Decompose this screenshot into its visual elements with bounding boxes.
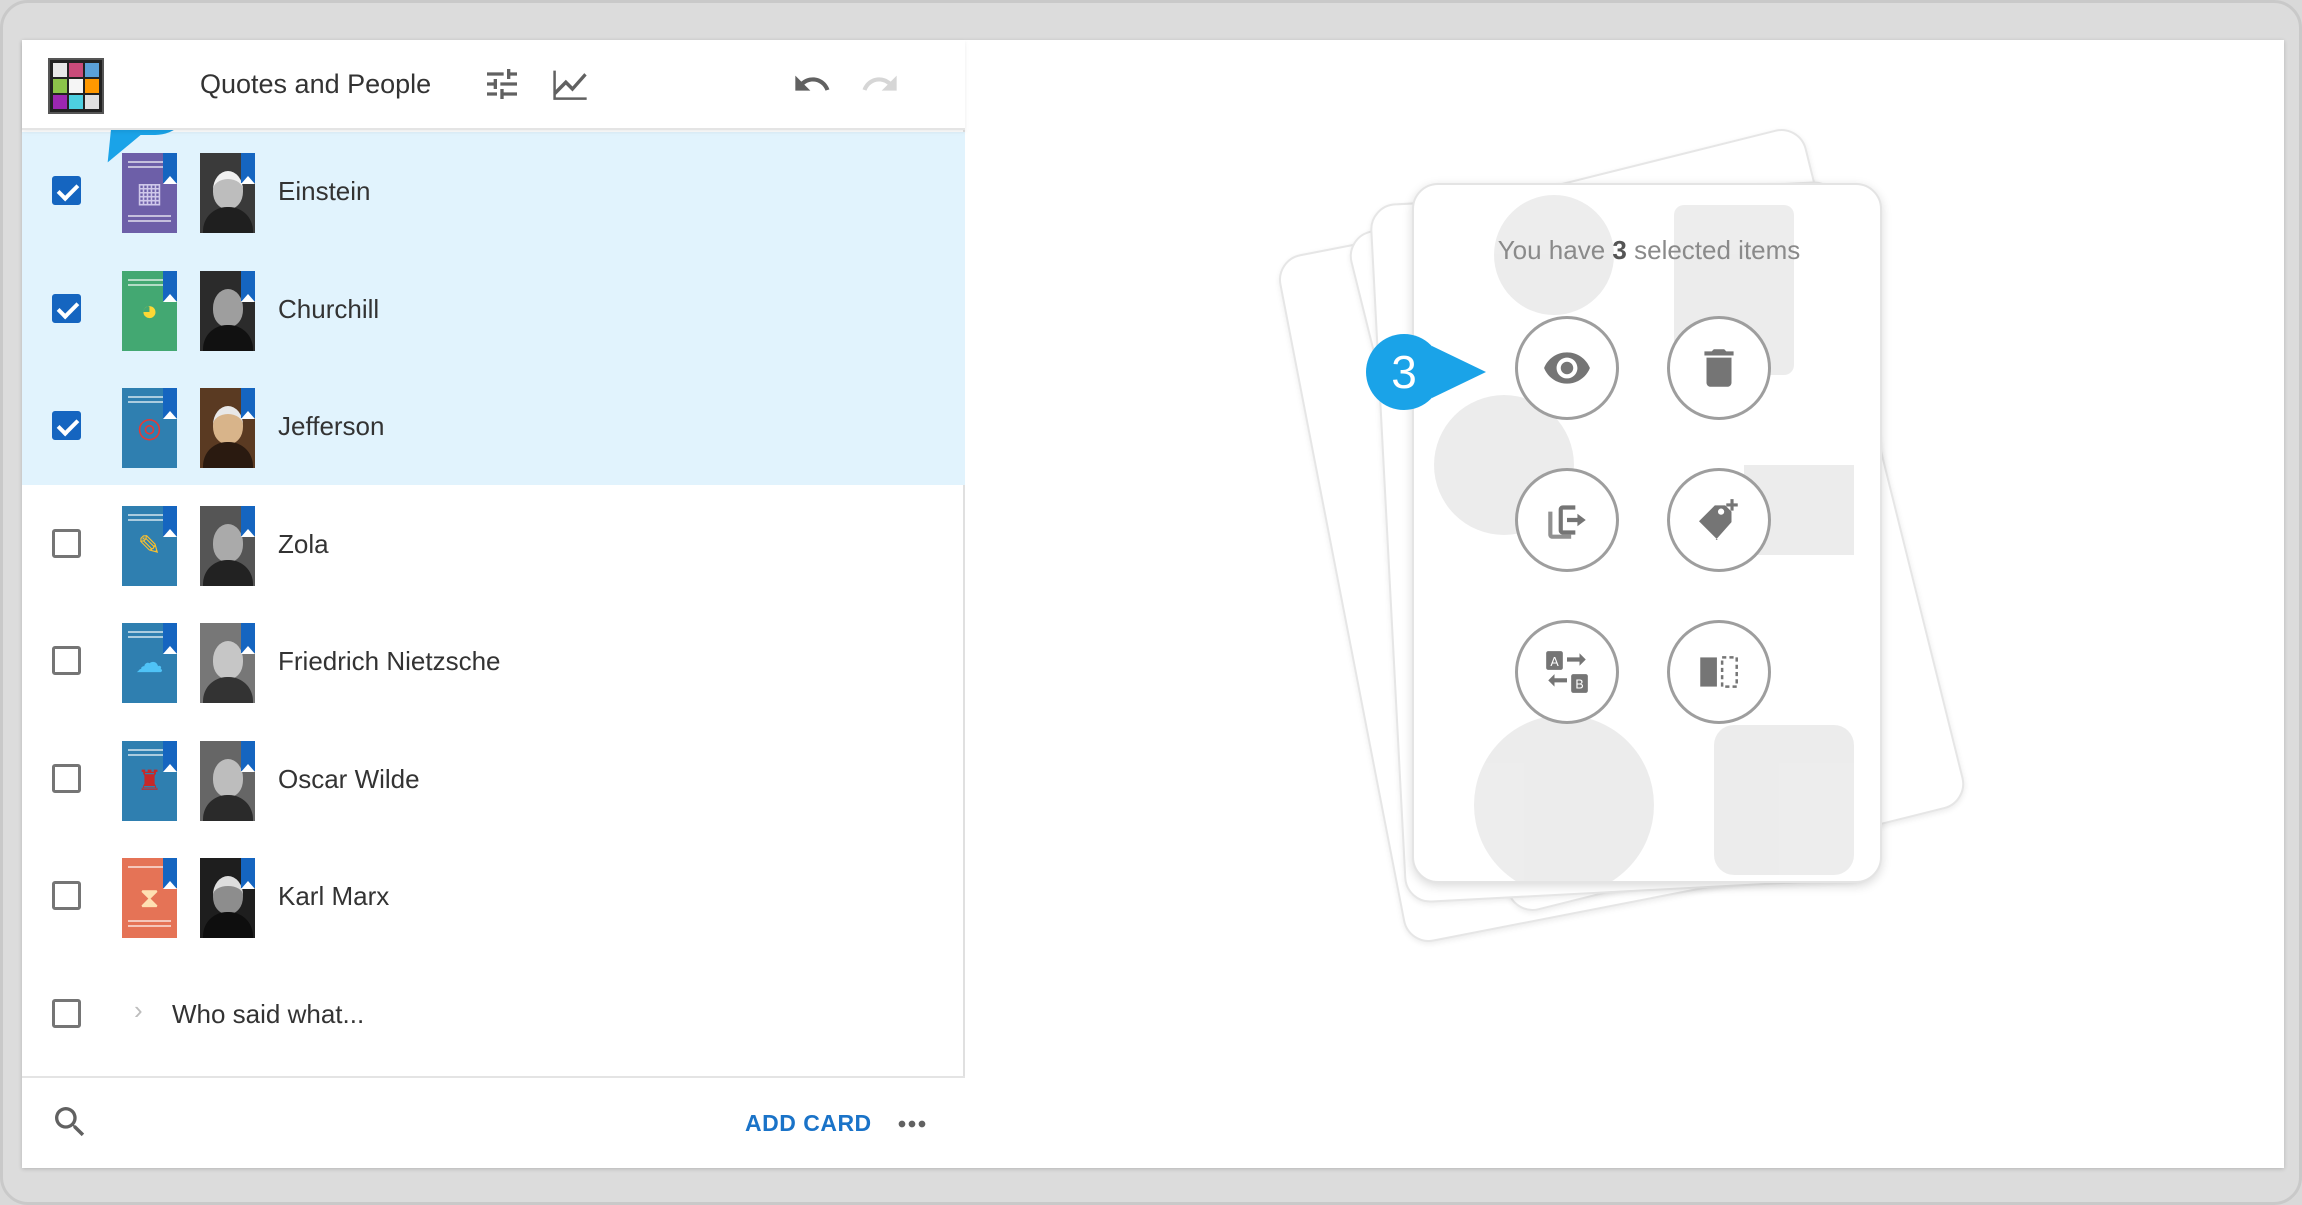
person-photo — [200, 858, 255, 938]
hourglass-icon: ⧗ — [139, 882, 160, 913]
bookmark-icon — [241, 740, 255, 772]
translate-swap-icon: AB — [1546, 651, 1588, 693]
tune-icon[interactable] — [482, 64, 522, 104]
chevron-right-icon[interactable]: › — [134, 995, 143, 1026]
row-checkbox[interactable] — [52, 881, 81, 910]
undo-icon[interactable] — [792, 64, 832, 104]
row-label: Friedrich Nietzsche — [278, 646, 501, 676]
deck-logo[interactable] — [48, 58, 104, 114]
card-side-button[interactable] — [1667, 620, 1771, 724]
quote-card-thumbnail: ☁ — [122, 623, 177, 703]
row-checkbox[interactable] — [52, 528, 81, 558]
decorative-background — [1434, 195, 1854, 881]
bookmark-icon — [241, 505, 255, 537]
bookmark-icon — [163, 740, 177, 772]
selection-count-text: You have 3 selected items — [1497, 235, 1801, 265]
export-icon — [1548, 505, 1586, 539]
quote-card-thumbnail: ✎ — [122, 505, 177, 586]
svg-text:B: B — [1575, 678, 1583, 692]
eye-icon — [1544, 352, 1590, 384]
card-list: ▦ Einstein ◕ Churchill ◎ Jefferson ✎ Zol… — [22, 132, 965, 1072]
add-tag-button[interactable] — [1667, 468, 1771, 572]
list-item[interactable]: ⧗ Karl Marx — [22, 837, 965, 955]
bookmark-icon — [163, 270, 177, 302]
quote-card-thumbnail: ◎ — [122, 388, 177, 468]
person-photo — [200, 505, 255, 586]
list-item[interactable]: ✎ Zola — [22, 485, 965, 603]
bookmark-icon — [163, 623, 177, 654]
cloud-icon: ☁ — [135, 647, 164, 678]
pencil-note-icon: ✎ — [137, 529, 162, 561]
row-label: Oscar Wilde — [278, 763, 420, 794]
row-checkbox[interactable] — [52, 763, 81, 793]
delete-button[interactable] — [1667, 316, 1771, 420]
add-card-button[interactable]: ADD CARD — [745, 1110, 872, 1137]
row-checkbox[interactable] — [52, 646, 81, 675]
group-checkbox[interactable] — [52, 998, 81, 1028]
row-checkbox[interactable] — [52, 176, 81, 205]
bookmark-icon — [241, 623, 255, 654]
group-label: Who said what... — [172, 998, 365, 1029]
row-label: Jefferson — [278, 411, 385, 441]
bookmark-icon — [163, 858, 177, 889]
person-photo — [200, 388, 255, 468]
row-label: Churchill — [278, 293, 380, 324]
preview-button[interactable] — [1515, 316, 1619, 420]
export-button[interactable] — [1515, 468, 1619, 572]
person-photo — [200, 740, 255, 821]
trash-icon — [1704, 349, 1734, 387]
calculator-icon: ▦ — [136, 177, 163, 208]
bookmark-icon — [241, 153, 255, 184]
app-window: Quotes and People ▦ Einstein ◕ Churchill… — [22, 40, 2284, 1168]
quote-card-thumbnail: ◕ — [122, 270, 177, 351]
chart-pie-icon: ◕ — [141, 294, 158, 326]
quote-card-thumbnail: ▦ — [122, 153, 177, 233]
list-item[interactable]: ◎ Jefferson — [22, 367, 965, 485]
quote-card-thumbnail: ⧗ — [122, 858, 177, 938]
toolbar: Quotes and People — [22, 40, 965, 130]
tag-add-icon — [1699, 499, 1738, 540]
deck-title[interactable]: Quotes and People — [200, 69, 431, 100]
target-icon: ◎ — [137, 412, 162, 443]
bookmark-icon — [241, 858, 255, 889]
list-item[interactable]: ◕ Churchill — [22, 249, 965, 367]
more-horiz-icon[interactable] — [892, 1104, 932, 1144]
row-label: Karl Marx — [278, 881, 390, 911]
step-callout-3: 3 — [1366, 334, 1486, 410]
person-photo — [200, 623, 255, 703]
person-photo — [200, 270, 255, 351]
card-side-icon — [1700, 656, 1738, 688]
bookmark-icon — [163, 388, 177, 419]
list-item[interactable]: ♜ Oscar Wilde — [22, 720, 965, 838]
quote-card-thumbnail: ♜ — [122, 740, 177, 821]
list-item[interactable]: ▦ Einstein — [22, 132, 965, 250]
bottom-bar: ADD CARD — [22, 1076, 965, 1168]
svg-text:A: A — [1550, 655, 1559, 669]
bookmark-icon — [163, 153, 177, 184]
bookmark-icon — [241, 388, 255, 419]
list-item[interactable]: ☁ Friedrich Nietzsche — [22, 602, 965, 720]
chart-line-icon[interactable] — [550, 64, 590, 104]
redo-icon[interactable] — [860, 64, 900, 104]
swap-sides-button[interactable]: AB — [1515, 620, 1619, 724]
bookmark-icon — [163, 505, 177, 537]
search-icon[interactable] — [50, 1102, 90, 1142]
card-list-pane: Quotes and People ▦ Einstein ◕ Churchill… — [22, 40, 965, 1168]
person-photo — [200, 153, 255, 233]
row-checkbox[interactable] — [52, 293, 81, 323]
selection-pane: You have 3 selected items AB — [967, 40, 2284, 1168]
bookmark-icon — [241, 270, 255, 302]
selection-card: You have 3 selected items AB — [1412, 183, 1882, 883]
group-item[interactable]: › Who said what... — [22, 955, 965, 1073]
row-checkbox[interactable] — [52, 411, 81, 440]
row-label: Einstein — [278, 176, 371, 206]
wine-bottle-icon: ♜ — [136, 764, 163, 796]
row-label: Zola — [278, 528, 329, 559]
